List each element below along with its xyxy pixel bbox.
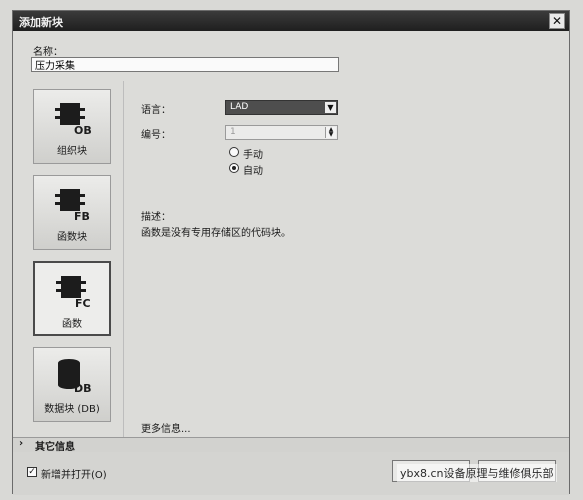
name-label: 名称：: [33, 47, 63, 58]
language-value: LAD: [230, 102, 249, 112]
fc-code-label: FC: [75, 297, 91, 310]
description-text: 函数是没有专用存储区的代码块。: [141, 228, 291, 239]
description-label: 描述：: [141, 212, 171, 223]
fb-block-icon: FB: [55, 189, 90, 223]
footer-bar: ✓ 新增并打开(O) ybx8.cn设备原理与维修俱乐部: [13, 452, 569, 495]
db-cylinder-icon: DB: [58, 359, 92, 395]
chevron-right-icon: ›: [19, 438, 24, 449]
title-bar: 添加新块 ✕: [13, 11, 569, 31]
tile-label-fb: 函数块: [57, 232, 87, 243]
manual-radio[interactable]: [229, 147, 239, 157]
other-info-label: 其它信息: [35, 442, 75, 453]
fb-code-label: FB: [74, 210, 90, 223]
number-value: 1: [230, 127, 236, 137]
block-type-panel: OB 组织块 FB 函数块 FC 函数 DB 数据块 (DB): [23, 81, 124, 439]
watermark-text: ybx8.cn设备原理与维修俱乐部: [397, 464, 557, 482]
ob-block-icon: OB: [55, 103, 92, 137]
auto-radio[interactable]: [229, 163, 239, 173]
name-input[interactable]: [31, 57, 339, 72]
language-label: 语言：: [141, 105, 171, 116]
number-label: 编号：: [141, 130, 171, 141]
close-button[interactable]: ✕: [549, 13, 565, 29]
ob-code-label: OB: [74, 124, 92, 137]
language-select[interactable]: LAD ▼: [225, 100, 338, 115]
more-info-link[interactable]: 更多信息...: [141, 420, 191, 435]
fc-block-icon: FC: [56, 276, 91, 310]
tile-label-ob: 组织块: [57, 146, 87, 157]
tile-label-fc: 函数: [62, 319, 82, 330]
block-type-fc-tile[interactable]: FC 函数: [33, 261, 111, 336]
spinner-icon: ▲ ▼: [325, 127, 336, 138]
add-new-block-dialog: 添加新块 ✕ 名称： OB 组织块 FB: [12, 10, 570, 495]
block-type-fb-tile[interactable]: FB 函数块: [33, 175, 111, 250]
tile-label-db: 数据块 (DB): [44, 404, 100, 415]
number-field: 1 ▲ ▼: [225, 125, 338, 140]
manual-radio-label: 手动: [243, 150, 263, 161]
other-info-expander[interactable]: › 其它信息: [13, 437, 569, 453]
block-type-ob-tile[interactable]: OB 组织块: [33, 89, 111, 164]
add-and-open-label: 新增并打开(O): [41, 470, 107, 481]
block-type-db-tile[interactable]: DB 数据块 (DB): [33, 347, 111, 422]
db-code-label: DB: [74, 382, 92, 395]
dialog-title: 添加新块: [19, 16, 63, 29]
auto-radio-label: 自动: [243, 166, 263, 177]
add-and-open-checkbox[interactable]: ✓: [27, 467, 37, 477]
dropdown-arrow-icon: ▼: [325, 102, 336, 113]
